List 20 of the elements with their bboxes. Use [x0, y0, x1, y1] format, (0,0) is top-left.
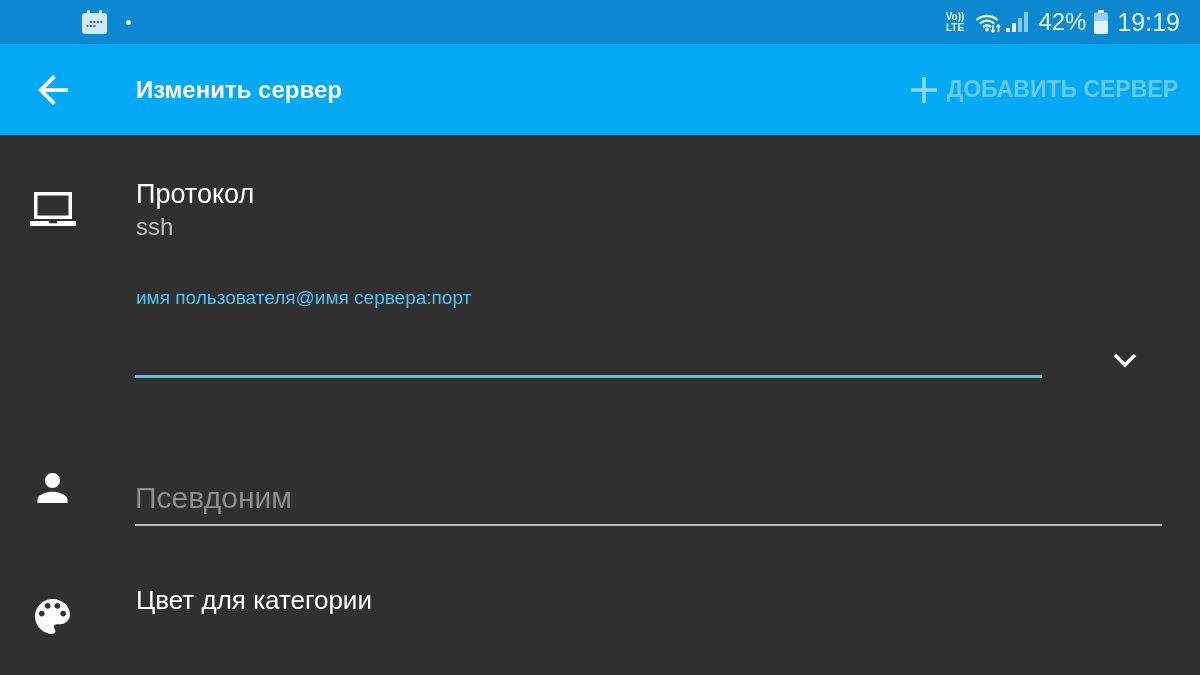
alias-input-field[interactable]: Псевдоним — [135, 465, 1162, 526]
signal-icon — [1006, 12, 1031, 32]
laptop-icon — [30, 192, 76, 226]
chevron-down-icon[interactable] — [1113, 353, 1137, 368]
screen-title: Изменить сервер — [136, 75, 342, 104]
person-icon — [37, 473, 68, 503]
notification-dot-icon — [126, 19, 131, 25]
battery-icon — [1094, 10, 1109, 34]
plus-icon — [910, 76, 937, 103]
palette-icon — [35, 599, 70, 634]
field-label: имя пользователя@имя сервера:порт — [136, 286, 473, 310]
back-arrow-icon[interactable] — [38, 74, 68, 105]
calendar-icon — [82, 10, 107, 34]
clock-time: 19:19 — [1117, 7, 1180, 37]
network-type-label: Vo)) — [945, 11, 965, 22]
network-type-label: LTE — [945, 22, 965, 33]
protocol-value: ssh — [136, 212, 175, 242]
category-color-option[interactable]: Цвет для категории — [136, 585, 372, 615]
protocol-label: Протокол — [136, 178, 255, 210]
battery-percent: 42% — [1038, 8, 1087, 36]
